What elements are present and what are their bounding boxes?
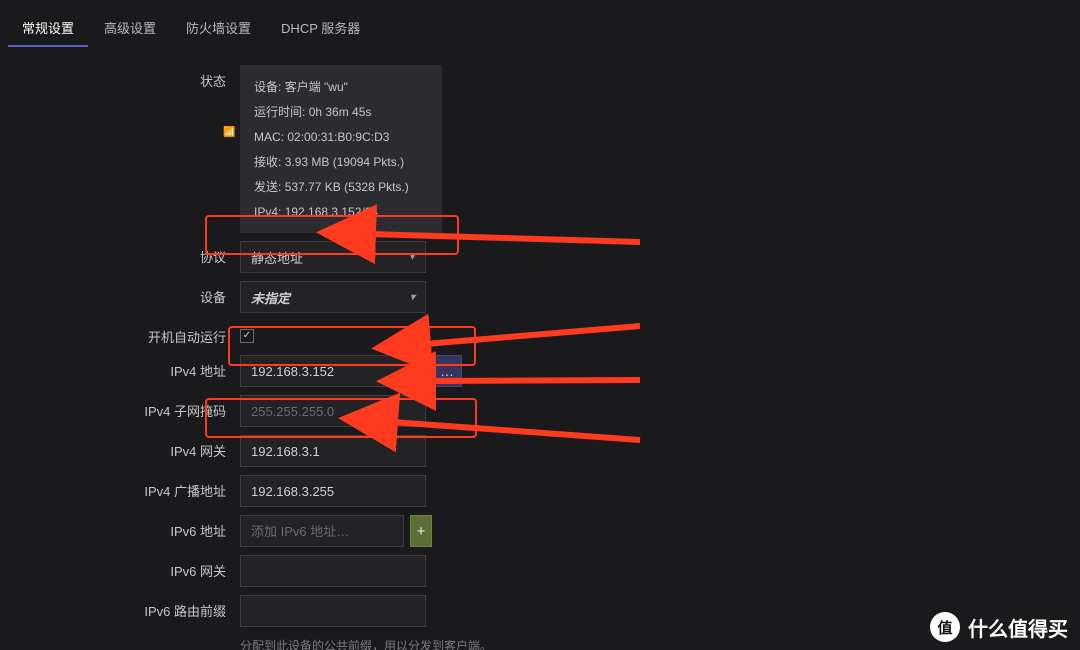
input-ipv6-prefix[interactable] [240,595,426,627]
label-autostart: 开机自动运行 [0,321,240,347]
label-status: 状态 [0,65,240,91]
status-ipv4: IPv4: 192.168.3.152/24 [254,200,428,225]
checkbox-autostart[interactable]: ✓ [240,329,254,343]
label-ipv4-address: IPv4 地址 [0,355,240,381]
label-ipv6-address: IPv6 地址 [0,515,240,541]
status-device: 设备: 客户端 "wu" [254,75,428,100]
label-ipv4-broadcast: IPv4 广播地址 [0,475,240,501]
label-ipv6-gateway: IPv6 网关 [0,555,240,581]
watermark-text: 什么值得买 [968,613,1068,642]
status-rx: 接收: 3.93 MB (19094 Pkts.) [254,150,428,175]
tab-advanced[interactable]: 高级设置 [90,8,170,47]
label-ipv6-prefix: IPv6 路由前缀 [0,595,240,621]
watermark-badge: 值 [930,612,960,642]
label-ipv4-gateway: IPv4 网关 [0,435,240,461]
input-ipv6-gateway[interactable] [240,555,426,587]
status-uptime: 运行时间: 0h 36m 45s [254,100,428,125]
label-device: 设备 [0,281,240,307]
select-device[interactable]: 未指定 ▾ [240,281,426,313]
input-ipv6-address[interactable] [240,515,404,547]
button-ipv4-more[interactable]: … [432,355,462,387]
status-box: 📶 设备: 客户端 "wu" 运行时间: 0h 36m 45s MAC: 02:… [240,65,442,233]
label-protocol: 协议 [0,241,240,267]
input-ipv4-gateway[interactable] [240,435,426,467]
status-tx: 发送: 537.77 KB (5328 Pkts.) [254,175,428,200]
status-mac: MAC: 02:00:31:B0:9C:D3 [254,125,428,150]
input-ipv4-mask[interactable] [240,395,426,427]
tab-firewall[interactable]: 防火墙设置 [172,8,265,47]
select-device-value: 未指定 [251,288,290,307]
hint-ipv6-prefix: 分配到此设备的公共前缀，用以分发到客户端。 [240,637,492,650]
settings-tabs: 常规设置 高级设置 防火墙设置 DHCP 服务器 [0,0,1080,47]
interface-form: 状态 📶 设备: 客户端 "wu" 运行时间: 0h 36m 45s MAC: … [0,65,1080,650]
input-ipv4-broadcast[interactable] [240,475,426,507]
label-ipv4-mask: IPv4 子网掩码 [0,395,240,421]
watermark: 值 什么值得买 [930,612,1068,642]
tab-general[interactable]: 常规设置 [8,8,88,47]
chevron-down-icon: ▾ [410,252,415,263]
select-protocol[interactable]: 静态地址 ▾ [240,241,426,273]
input-ipv4-address[interactable] [240,355,426,387]
wireless-icon: 📶 [223,127,235,138]
button-ipv6-add[interactable]: + [410,515,432,547]
tab-dhcp[interactable]: DHCP 服务器 [267,8,374,47]
chevron-down-icon: ▾ [410,292,415,303]
select-protocol-value: 静态地址 [251,248,303,267]
